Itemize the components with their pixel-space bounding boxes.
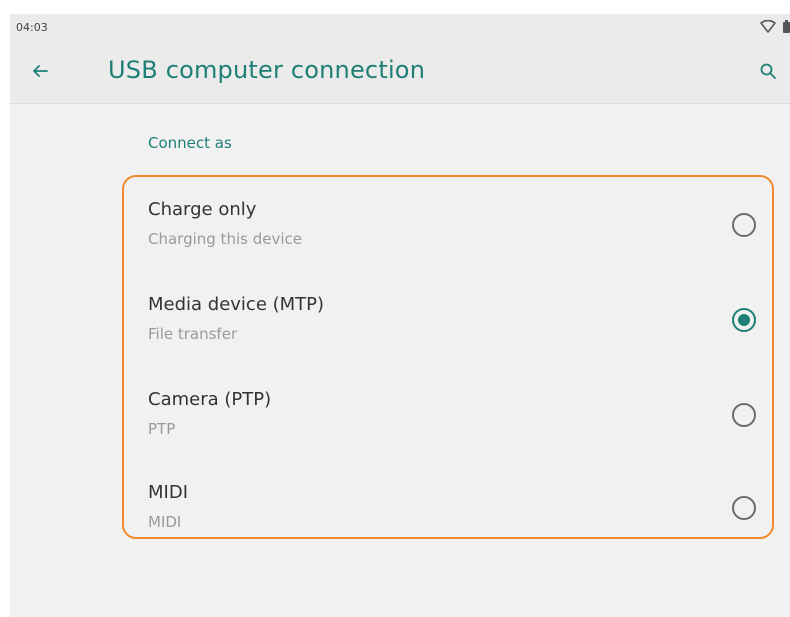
battery-icon	[782, 19, 790, 38]
status-icons	[760, 19, 790, 37]
option-media-device[interactable]: Media device (MTP) File transfer	[124, 282, 772, 372]
connection-options-group: Charge only Charging this device Media d…	[122, 175, 774, 539]
option-charge-only[interactable]: Charge only Charging this device	[124, 187, 772, 277]
option-midi[interactable]: MIDI MIDI	[124, 470, 772, 560]
radio-button-selected[interactable]	[732, 308, 756, 332]
option-subtitle: MIDI	[148, 513, 182, 531]
option-subtitle: File transfer	[148, 325, 238, 343]
radio-button[interactable]	[732, 496, 756, 520]
arrow-back-icon	[31, 62, 49, 84]
radio-button[interactable]	[732, 403, 756, 427]
back-button[interactable]	[26, 59, 54, 87]
option-subtitle: PTP	[148, 420, 176, 438]
search-button[interactable]	[754, 59, 782, 87]
app-bar: USB computer connection	[10, 43, 790, 104]
page-title: USB computer connection	[108, 56, 426, 84]
wifi-icon	[760, 19, 776, 38]
option-title: MIDI	[148, 482, 189, 503]
settings-screen: 04:03 USB computer connection Connect as…	[10, 14, 790, 617]
status-time: 04:03	[16, 21, 48, 34]
section-header: Connect as	[148, 134, 232, 152]
option-title: Camera (PTP)	[148, 389, 272, 410]
option-subtitle: Charging this device	[148, 230, 302, 248]
option-camera[interactable]: Camera (PTP) PTP	[124, 377, 772, 467]
search-icon	[759, 62, 777, 84]
option-title: Charge only	[148, 199, 257, 220]
radio-button[interactable]	[732, 213, 756, 237]
option-title: Media device (MTP)	[148, 294, 325, 315]
status-bar: 04:03	[10, 14, 790, 43]
